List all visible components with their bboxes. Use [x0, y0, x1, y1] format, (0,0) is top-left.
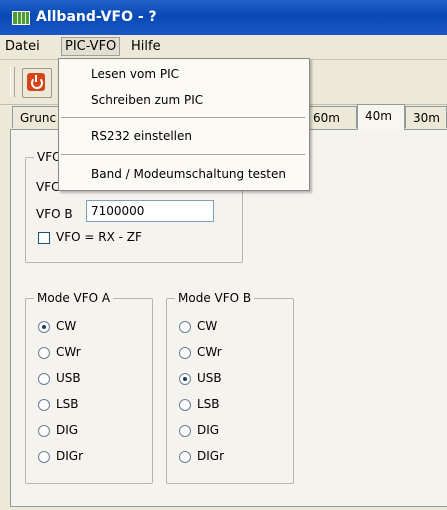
- mode-vfo-a-legend: Mode VFO A: [34, 291, 114, 305]
- tab-30m[interactable]: 30m: [405, 106, 447, 128]
- radio-button[interactable]: [179, 451, 191, 463]
- mode-a-digr-label: DIGr: [56, 449, 84, 463]
- menu-hilfe[interactable]: Hilfe: [128, 38, 164, 55]
- mode-b-digr-label: DIGr: [197, 449, 225, 463]
- menu-item-label: Schreiben zum PIC: [91, 93, 204, 107]
- mode-b-dig-label: DIG: [197, 423, 220, 437]
- radio-button[interactable]: [179, 399, 191, 411]
- tab-40m[interactable]: 40m: [357, 104, 405, 130]
- mode-b-lsb-label: LSB: [197, 397, 220, 411]
- radio-button[interactable]: [38, 399, 50, 411]
- app-window: Allband-VFO - ? Datei PIC-VFO Hilfe Grun…: [0, 0, 447, 510]
- menu-pic-vfo[interactable]: PIC-VFO: [61, 37, 121, 56]
- menu-separator: [61, 117, 305, 119]
- mode-a-usb-label: USB: [56, 371, 81, 385]
- window-title: Allband-VFO - ?: [36, 9, 157, 25]
- radio-button[interactable]: [179, 373, 191, 385]
- vfo-rx-zf-label: VFO = RX - ZF: [56, 230, 142, 244]
- tab-grundeinstellungen[interactable]: Grunc: [12, 106, 62, 128]
- mode-a-cw-label: CW: [56, 319, 77, 333]
- menu-item-label: RS232 einstellen: [91, 129, 192, 143]
- power-icon: [27, 73, 45, 91]
- menu-item-lesen-vom-pic[interactable]: Lesen vom PIC: [59, 63, 309, 85]
- radio-button[interactable]: [179, 321, 191, 333]
- mode-vfo-b-group: Mode VFO B CW CWr USB LSB DIG DIGr: [166, 291, 294, 484]
- radio-button[interactable]: [38, 451, 50, 463]
- toolbar-grip[interactable]: [10, 67, 15, 97]
- mode-a-dig-label: DIG: [56, 423, 79, 437]
- mode-b-cw-label: CW: [197, 319, 218, 333]
- menu-item-schreiben-zum-pic[interactable]: Schreiben zum PIC: [59, 89, 309, 111]
- radio-button[interactable]: [38, 373, 50, 385]
- radio-button[interactable]: [179, 425, 191, 437]
- vfo-b-input[interactable]: 7100000: [86, 200, 214, 222]
- mode-vfo-a-group: Mode VFO A CW CWr USB LSB DIG DIGr: [25, 291, 153, 484]
- mode-b-cwr-label: CWr: [197, 345, 222, 359]
- menu-bar: Datei PIC-VFO Hilfe: [0, 35, 447, 60]
- app-icon: [12, 11, 30, 25]
- mode-b-usb-label: USB: [197, 371, 222, 385]
- tab-60m[interactable]: 60m: [305, 106, 357, 128]
- vfo-b-label: VFO B: [36, 207, 73, 221]
- vfo-a-label: VFC: [36, 180, 60, 194]
- menu-item-band-modeumschaltung-testen[interactable]: Band / Modeumschaltung testen: [59, 163, 309, 185]
- mode-a-lsb-label: LSB: [56, 397, 79, 411]
- pic-vfo-dropdown-menu: Lesen vom PIC Schreiben zum PIC RS232 ei…: [58, 58, 310, 191]
- radio-button[interactable]: [179, 347, 191, 359]
- power-button[interactable]: [22, 68, 52, 98]
- menu-datei[interactable]: Datei: [2, 38, 43, 55]
- radio-button[interactable]: [38, 347, 50, 359]
- radio-button[interactable]: [38, 321, 50, 333]
- menu-separator: [61, 154, 305, 156]
- title-bar: Allband-VFO - ?: [0, 0, 447, 35]
- vfo-rx-zf-checkbox[interactable]: [38, 232, 50, 244]
- radio-button[interactable]: [38, 425, 50, 437]
- mode-a-cwr-label: CWr: [56, 345, 81, 359]
- menu-item-rs232-einstellen[interactable]: RS232 einstellen: [59, 125, 309, 147]
- mode-vfo-b-legend: Mode VFO B: [175, 291, 255, 305]
- menu-item-label: Lesen vom PIC: [91, 67, 180, 81]
- menu-item-label: Band / Modeumschaltung testen: [91, 167, 286, 181]
